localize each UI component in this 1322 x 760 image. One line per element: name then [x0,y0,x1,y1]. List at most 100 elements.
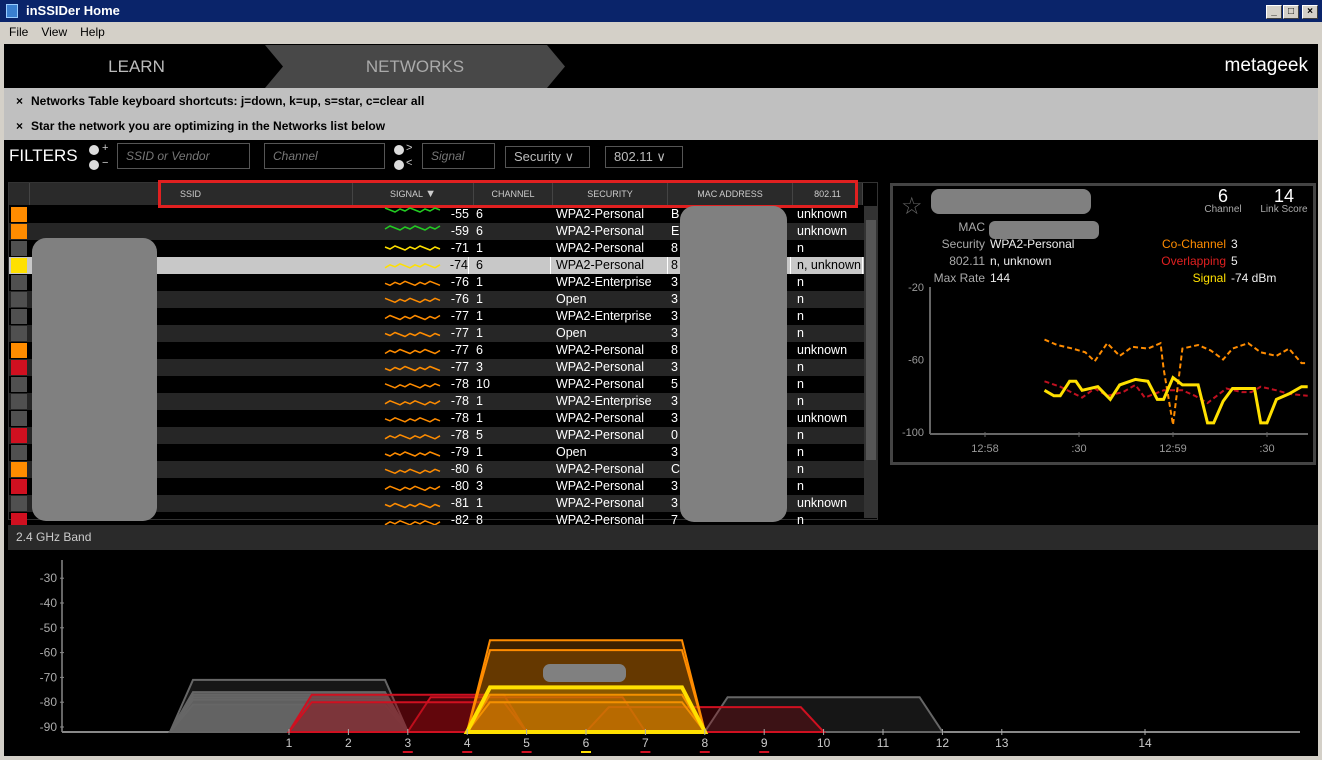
network-color-swatch[interactable] [11,445,27,460]
security-cell: Open [556,292,587,306]
signal-sparkline [384,262,441,269]
network-color-swatch[interactable] [11,292,27,307]
signal-cell: -77 [450,326,469,340]
network-color-swatch[interactable] [11,462,27,477]
security-cell: WPA2-Personal [556,224,644,238]
scrollbar-thumb[interactable] [866,220,876,460]
x-tick-label: 12:58 [971,443,999,455]
security-cell: WPA2-Enterprise [556,309,652,323]
network-color-swatch[interactable] [11,411,27,426]
header-highlight [158,180,858,208]
network-color-swatch[interactable] [11,275,27,290]
signal-history-chart: -20 -60 -100 12:58:30 12:59:30 [902,282,1308,455]
network-color-swatch[interactable] [11,224,27,239]
signal-sparkline [384,245,441,251]
channel-cell: 6 [476,257,551,274]
security-cell: WPA2-Personal [556,207,644,221]
channel-cell: 6 [476,207,483,221]
menu-file[interactable]: File [9,25,28,39]
security-filter-select[interactable]: Security ∨ [505,146,590,168]
signal-sparkline [384,382,441,389]
channel-cell: 1 [476,275,483,289]
tab-learn[interactable]: LEARN [4,45,269,88]
network-color-swatch[interactable] [11,360,27,375]
phy-cell: n [797,479,804,493]
close-tip-icon[interactable]: × [16,119,23,133]
sparkline-path [384,485,441,492]
network-color-swatch[interactable] [11,496,27,511]
signal-lt-radio[interactable] [394,160,404,170]
phy-cell: n [797,377,804,391]
minimize-button[interactable]: _ [1266,5,1282,19]
sparkline-path [384,502,441,509]
lt-label: < [406,157,413,169]
network-color-swatch[interactable] [11,241,27,256]
phy-cell: n, unknown [797,257,863,274]
signal-cell: -78 [450,428,469,442]
sparkline-path [384,314,441,321]
x-tick-label: 12:59 [1159,443,1187,455]
network-color-swatch[interactable] [11,343,27,358]
table-scrollbar[interactable] [864,206,878,518]
phy-cell: n [797,326,804,340]
network-color-swatch[interactable] [11,258,27,273]
signal-cell: -78 [450,377,469,391]
close-tip-icon[interactable]: × [16,94,23,108]
channel-cell: 1 [476,445,483,459]
channel-cell: 5 [476,428,483,442]
signal-cell: -78 [450,411,469,425]
signal-cell: -78 [450,394,469,408]
sparkline-path [384,416,441,423]
close-button[interactable]: × [1302,5,1318,19]
network-color-swatch[interactable] [11,479,27,494]
signal-sparkline [384,451,441,457]
signal-filter-input[interactable]: Signal [422,143,495,169]
signal-cell: -76 [450,275,469,289]
sparkline-path [384,382,441,389]
network-color-swatch[interactable] [11,309,27,324]
security-cell: WPA2-Personal [556,377,644,391]
mac-redaction [680,206,787,522]
include-radio[interactable] [89,145,99,155]
phy-cell: n [797,241,804,255]
signal-sparkline [384,365,441,372]
signal-cell: -80 [450,479,469,493]
network-color-swatch[interactable] [11,428,27,443]
signal-gt-radio[interactable] [394,145,404,155]
phy-filter-select[interactable]: 802.11 ∨ [605,146,683,168]
gt-label: > [406,142,413,154]
menu-bar: File View Help [0,22,1322,42]
ssid-filter-input[interactable]: SSID or Vendor [117,143,250,169]
signal-sparkline [384,416,441,423]
channel-cell: 1 [476,326,483,340]
network-color-swatch[interactable] [11,326,27,341]
sparkline-path [384,331,441,338]
phy-cell: n [797,360,804,374]
signal-sparkline [384,485,441,492]
channel-cell: 1 [476,411,483,425]
phy-cell: n [797,309,804,323]
signal-sparkline [384,207,441,213]
signal-cell: -81 [450,496,469,510]
network-color-swatch[interactable] [11,377,27,392]
signal-cell: -80 [450,462,469,476]
y-tick-label: -20 [908,282,924,294]
signal-cell: -77 [450,343,469,357]
phy-cell: unknown [797,224,848,238]
channel-filter-input[interactable]: Channel [264,143,385,169]
security-cell: WPA2-Enterprise [556,394,652,408]
exclude-radio[interactable] [89,160,99,170]
tab-networks[interactable]: NETWORKS [265,45,565,88]
sparkline-path [384,297,441,304]
security-cell: WPA2-Personal [556,479,644,493]
phy-cell: unknown [797,496,848,510]
network-color-swatch[interactable] [11,394,27,409]
menu-view[interactable]: View [41,25,67,39]
channel-cell: 6 [476,462,483,476]
phy-cell: n [797,428,804,442]
maximize-button[interactable]: □ [1283,5,1299,19]
sparkline-path [384,207,441,213]
security-cell: WPA2-Personal [556,428,644,442]
menu-help[interactable]: Help [80,25,105,39]
network-color-swatch[interactable] [11,207,27,222]
